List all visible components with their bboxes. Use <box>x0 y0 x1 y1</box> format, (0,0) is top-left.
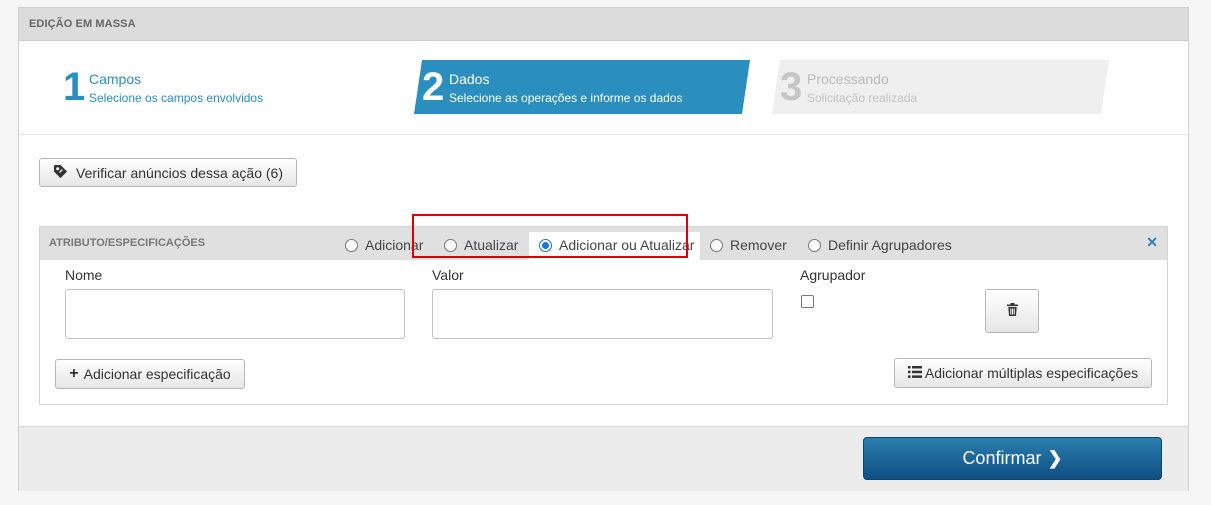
panel-title: EDIÇÃO EM MASSA <box>19 8 1188 41</box>
add-spec-button[interactable]: + Adicionar especificação <box>55 359 245 389</box>
step-title: Campos <box>89 71 142 87</box>
step-title: Processando <box>807 71 889 87</box>
step-subtitle: Selecione as operações e informe os dado… <box>449 91 683 105</box>
trash-icon <box>1006 303 1018 319</box>
verify-ads-label: Verificar anúncios dessa ação (6) <box>76 164 283 181</box>
option-definir-agrupadores[interactable]: Definir Agrupadores <box>808 237 952 253</box>
step-number: 2 <box>422 65 445 109</box>
add-multiple-specs-label: Adicionar múltiplas especificações <box>924 365 1139 381</box>
name-field[interactable] <box>65 289 405 339</box>
radio-button[interactable] <box>808 238 821 252</box>
option-label: Definir Agrupadores <box>828 237 952 253</box>
step-number: 3 <box>780 65 803 109</box>
chevron-right-icon: ❯ <box>1047 448 1063 468</box>
add-spec-label: Adicionar especificação <box>83 366 231 382</box>
step-title: Dados <box>449 71 490 87</box>
confirm-label: Confirmar <box>962 448 1042 468</box>
step-dados: 2 Dados Selecione as operações e informe… <box>414 60 750 114</box>
step-number: 1 <box>63 65 86 109</box>
attribute-title: ATRIBUTO/ESPECIFICAÇÕES <box>49 237 206 249</box>
tag-icon <box>53 164 68 182</box>
delete-spec-button[interactable] <box>985 289 1039 333</box>
plus-icon: + <box>69 365 79 382</box>
name-label: Nome <box>65 267 103 283</box>
verify-ads-button[interactable]: Verificar anúncios dessa ação (6) <box>39 158 297 187</box>
option-label: Remover <box>730 237 787 253</box>
highlight-annotation <box>412 214 688 258</box>
close-icon[interactable]: ✕ <box>1146 234 1158 251</box>
step-campos[interactable]: 1 Campos Selecione os campos envolvidos <box>63 60 363 114</box>
radio-button[interactable] <box>345 238 358 252</box>
wizard-steps: 1 Campos Selecione os campos envolvidos … <box>19 41 1188 135</box>
add-multiple-specs-button[interactable]: Adicionar múltiplas especificações <box>894 358 1152 388</box>
step-subtitle: Solicitação realizada <box>807 91 918 105</box>
value-field[interactable] <box>432 289 773 339</box>
confirm-button[interactable]: Confirmar ❯ <box>863 437 1162 480</box>
step-subtitle: Selecione os campos envolvidos <box>89 91 264 105</box>
option-remover[interactable]: Remover <box>710 237 787 253</box>
grouper-checkbox[interactable] <box>801 295 814 308</box>
step-processando: 3 Processando Solicitação realizada <box>772 60 1109 114</box>
radio-button[interactable] <box>710 238 723 252</box>
value-label: Valor <box>432 267 464 283</box>
grouper-label: Agrupador <box>800 267 866 283</box>
list-icon <box>907 365 922 381</box>
panel-footer: Confirmar ❯ <box>19 426 1188 491</box>
